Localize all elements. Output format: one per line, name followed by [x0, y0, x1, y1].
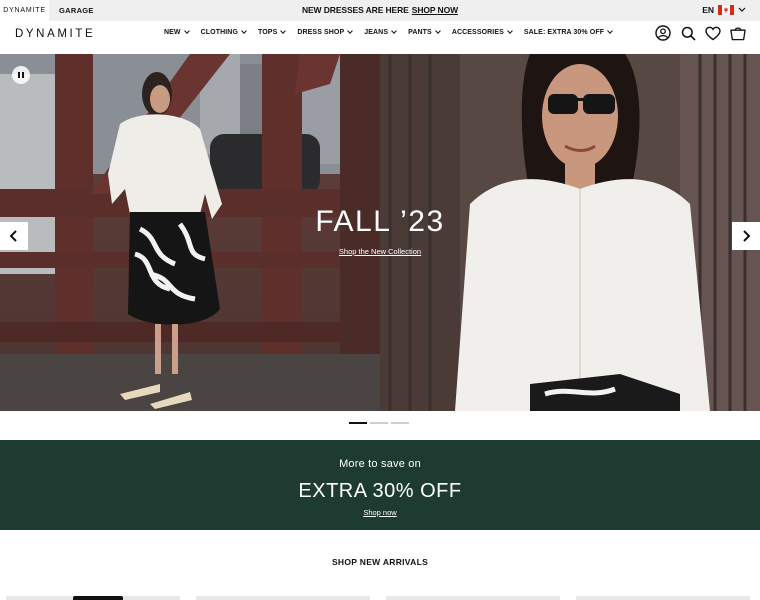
carousel-dot-1[interactable] — [349, 422, 367, 424]
promo-band-headline: EXTRA 30% OFF — [298, 480, 462, 502]
hero-shop-link[interactable]: Shop the New Collection — [0, 247, 760, 256]
brand-tab-dynamite[interactable]: DYNAMITE — [0, 0, 49, 21]
nav-item-jeans[interactable]: JEANS — [364, 28, 397, 36]
chevron-down-icon — [280, 28, 287, 34]
carousel-pagination — [349, 422, 409, 424]
section-heading-new-arrivals: SHOP NEW ARRIVALS — [331, 557, 429, 567]
chevron-down-icon — [391, 28, 397, 34]
header-icons — [655, 25, 746, 41]
brand-tab-garage[interactable]: GARAGE — [49, 0, 100, 21]
hero-carousel: FALL ’23 Shop the New Collection — [0, 54, 760, 411]
product-badge — [73, 596, 123, 600]
nav-item-dress-shop[interactable]: DRESS SHOP — [297, 28, 354, 36]
promo-message: NEW DRESSES ARE HERE SHOP NOW — [0, 5, 760, 15]
pause-icon — [18, 72, 20, 78]
chevron-down-icon — [738, 7, 746, 12]
chevron-down-icon — [183, 28, 190, 34]
product-tiles — [6, 596, 750, 600]
product-tile[interactable] — [576, 596, 750, 600]
promo-text: NEW DRESSES ARE HERE — [301, 5, 409, 15]
chevron-down-icon — [434, 28, 441, 34]
nav-item-accessories[interactable]: ACCESSORIES — [451, 28, 513, 36]
promo-band-shop-link[interactable]: Shop now — [0, 508, 760, 517]
chevron-right-icon — [743, 230, 751, 242]
nav-label: TOPS — [258, 29, 278, 36]
bag-icon[interactable] — [730, 25, 746, 41]
search-icon[interactable] — [680, 25, 696, 41]
nav-label: NEW — [164, 29, 181, 36]
product-tile[interactable] — [6, 596, 180, 600]
canada-flag-icon — [718, 5, 734, 15]
promo-shop-now-link[interactable]: SHOP NOW — [412, 5, 458, 15]
chevron-down-icon — [607, 28, 613, 34]
nav-label: ACCESSORIES — [451, 29, 504, 36]
language-label: EN — [702, 5, 714, 15]
nav-item-sale[interactable]: SALE: EXTRA 30% OFF — [523, 28, 613, 36]
locale-selector[interactable]: EN — [702, 5, 746, 15]
chevron-down-icon — [347, 28, 354, 34]
utility-bar: DYNAMITE GARAGE NEW DRESSES ARE HERE SHOP… — [0, 0, 760, 21]
carousel-dot-3[interactable] — [391, 422, 409, 424]
nav-item-clothing[interactable]: CLOTHING — [200, 28, 247, 36]
chevron-left-icon — [9, 230, 17, 242]
chevron-down-icon — [241, 28, 247, 34]
promo-band-kicker: More to save on — [339, 458, 421, 470]
promo-band: More to save on EXTRA 30% OFF Shop now — [0, 440, 760, 530]
pause-icon-bar — [22, 72, 24, 78]
nav-label: DRESS SHOP — [297, 29, 345, 36]
heart-icon[interactable] — [705, 25, 721, 41]
carousel-next-button[interactable] — [732, 222, 760, 250]
nav-item-tops[interactable]: TOPS — [258, 28, 287, 36]
nav-label: CLOTHING — [200, 29, 238, 36]
main-header: DYNAMITE NEW CLOTHING TOPS DRESS SHOP JE… — [0, 21, 760, 54]
nav-label: PANTS — [408, 29, 432, 36]
carousel-dot-2[interactable] — [370, 422, 388, 424]
nav-item-pants[interactable]: PANTS — [408, 28, 441, 36]
main-nav: NEW CLOTHING TOPS DRESS SHOP JEANS PANTS… — [164, 28, 624, 36]
site-logo[interactable]: DYNAMITE — [15, 28, 95, 40]
product-tile[interactable] — [386, 596, 560, 600]
nav-label: JEANS — [364, 29, 389, 36]
nav-label: SALE: EXTRA 30% OFF — [523, 29, 605, 36]
carousel-pause-button[interactable] — [12, 66, 30, 84]
hero-title: FALL ’23 — [315, 205, 445, 238]
product-tile[interactable] — [196, 596, 370, 600]
account-icon[interactable] — [655, 25, 671, 41]
chevron-down-icon — [507, 28, 513, 34]
carousel-prev-button[interactable] — [0, 222, 28, 250]
nav-item-new[interactable]: NEW — [164, 28, 190, 36]
